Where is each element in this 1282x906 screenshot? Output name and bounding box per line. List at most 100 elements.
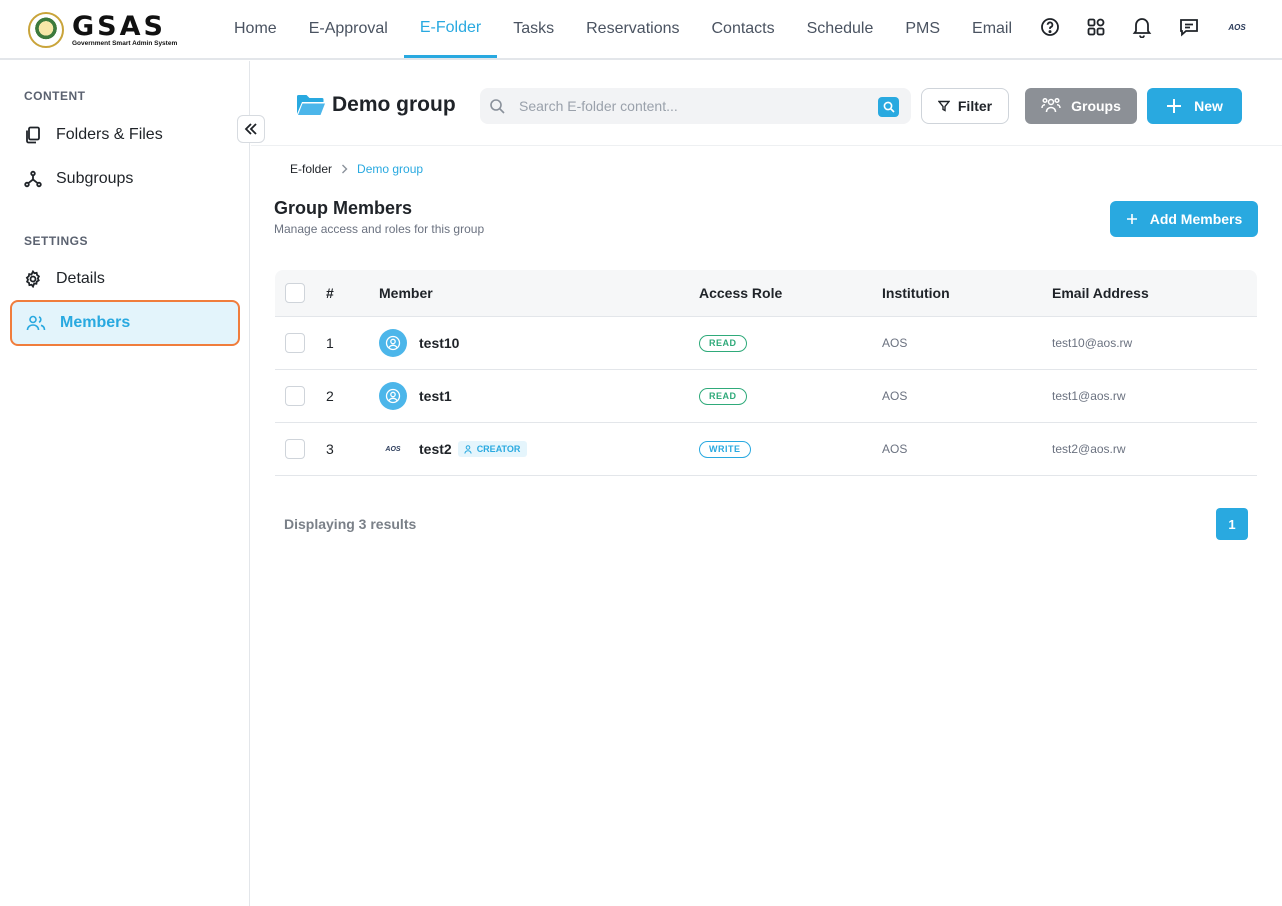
email-cell: test2@aos.rw <box>1052 442 1126 456</box>
user-icon <box>463 444 472 454</box>
sidebar-item-members[interactable]: Members <box>10 300 240 346</box>
search-bar <box>480 88 911 124</box>
nav-email[interactable]: Email <box>956 0 1028 58</box>
institution-cell: AOS <box>882 442 908 456</box>
filter-button[interactable]: Filter <box>921 88 1009 124</box>
member-name: test1 <box>419 388 452 404</box>
page-header: Demo group Filter Groups New <box>251 61 1282 146</box>
pagination-page-1[interactable]: 1 <box>1216 508 1248 540</box>
national-emblem-icon <box>28 12 64 48</box>
main-nav: Home E-Approval E-Folder Tasks Reservati… <box>218 0 1028 60</box>
search-icon <box>490 99 505 114</box>
breadcrumb: E-folder Demo group <box>290 162 423 176</box>
section-title: Group Members <box>274 198 413 218</box>
row-number: 1 <box>326 335 334 351</box>
double-chevron-left-icon <box>244 123 257 135</box>
folder-icon <box>297 95 325 115</box>
nav-contacts[interactable]: Contacts <box>695 0 790 58</box>
collapse-sidebar-button[interactable] <box>237 115 265 143</box>
users-icon <box>26 315 46 331</box>
search-submit-button[interactable] <box>878 97 899 117</box>
role-badge: WRITE <box>699 440 751 458</box>
user-avatar-icon <box>379 382 407 410</box>
sidebar-item-label: Folders & Files <box>56 126 163 143</box>
creator-badge-label: CREATOR <box>476 444 521 454</box>
apps-grid-icon[interactable] <box>1086 17 1106 37</box>
new-label: New <box>1194 98 1223 114</box>
table-row[interactable]: 3 AOS test2 CREATOR WRITE AOS test2@aos.… <box>275 423 1257 476</box>
filter-label: Filter <box>957 98 993 114</box>
logo-text: GSAS <box>72 10 166 42</box>
files-icon <box>26 126 40 144</box>
logo-subtitle: Government Smart Admin System <box>72 39 178 47</box>
email-cell: test10@aos.rw <box>1052 336 1133 350</box>
folder-title-text: Demo group <box>332 93 456 116</box>
column-header-role[interactable]: Access Role <box>699 270 782 316</box>
sidebar: CONTENT Folders & Files Subgroups SETTIN… <box>0 61 250 906</box>
groups-button[interactable]: Groups <box>1025 88 1137 124</box>
row-checkbox[interactable] <box>285 333 305 353</box>
page-title: Demo group <box>296 93 456 117</box>
breadcrumb-root[interactable]: E-folder <box>290 162 332 176</box>
row-checkbox[interactable] <box>285 439 305 459</box>
section-subtitle: Manage access and roles for this group <box>274 222 485 236</box>
branch-icon <box>24 170 42 188</box>
sidebar-item-details[interactable]: Details <box>10 257 240 301</box>
sidebar-item-label: Members <box>60 314 131 331</box>
breadcrumb-current: Demo group <box>357 162 424 176</box>
nav-e-approval[interactable]: E-Approval <box>293 0 404 58</box>
column-header-institution[interactable]: Institution <box>882 270 950 316</box>
user-avatar-icon <box>379 329 407 357</box>
row-checkbox[interactable] <box>285 386 305 406</box>
institution-cell: AOS <box>882 336 908 350</box>
results-count: Displaying 3 results <box>284 516 417 532</box>
settings-heading: SETTINGS <box>24 234 89 248</box>
institution-cell: AOS <box>882 389 908 403</box>
nav-reservations[interactable]: Reservations <box>570 0 695 58</box>
content-heading: CONTENT <box>24 89 86 103</box>
filter-icon <box>937 100 950 112</box>
chevron-right-icon <box>342 164 348 174</box>
email-cell: test1@aos.rw <box>1052 389 1126 403</box>
nav-home[interactable]: Home <box>218 0 293 58</box>
message-icon[interactable] <box>1178 17 1200 37</box>
row-number: 3 <box>326 441 334 457</box>
sidebar-item-label: Subgroups <box>56 170 134 187</box>
role-badge: READ <box>699 334 747 352</box>
help-circle-icon[interactable] <box>1040 17 1060 37</box>
nav-pms[interactable]: PMS <box>889 0 956 58</box>
sidebar-item-label: Details <box>56 270 105 287</box>
column-header-member[interactable]: Member <box>379 270 433 316</box>
creator-badge: CREATOR <box>457 441 528 457</box>
column-header-num: # <box>326 285 334 301</box>
member-name: test10 <box>419 335 460 351</box>
groups-label: Groups <box>1071 98 1121 114</box>
gear-icon <box>25 270 41 288</box>
column-header-email[interactable]: Email Address <box>1052 270 1149 316</box>
select-all-checkbox[interactable] <box>285 283 305 303</box>
sidebar-item-subgroups[interactable]: Subgroups <box>10 157 240 201</box>
add-members-label: Add Members <box>1149 211 1243 227</box>
table-row[interactable]: 1 test10 READ AOS test10@aos.rw <box>275 317 1257 370</box>
top-navbar: GSAS Government Smart Admin System Home … <box>0 0 1282 60</box>
members-table: # Member Access Role Institution Email A… <box>275 270 1257 476</box>
bell-icon[interactable] <box>1132 16 1152 38</box>
search-icon <box>883 101 895 113</box>
new-button[interactable]: New <box>1147 88 1242 124</box>
nav-e-folder[interactable]: E-Folder <box>403 0 498 58</box>
gsas-logo[interactable]: GSAS Government Smart Admin System <box>28 12 177 48</box>
table-row[interactable]: 2 test1 READ AOS test1@aos.rw <box>275 370 1257 423</box>
user-avatar[interactable]: AOS <box>1226 23 1248 32</box>
plus-icon <box>1126 214 1137 224</box>
group-users-icon <box>1041 97 1061 113</box>
add-members-button[interactable]: Add Members <box>1110 201 1258 237</box>
role-badge: READ <box>699 387 747 405</box>
nav-tasks[interactable]: Tasks <box>497 0 570 58</box>
nav-schedule[interactable]: Schedule <box>791 0 890 58</box>
row-number: 2 <box>326 388 334 404</box>
plus-icon <box>1167 99 1182 113</box>
sidebar-item-folders-files[interactable]: Folders & Files <box>10 113 240 157</box>
table-header: # Member Access Role Institution Email A… <box>275 270 1257 317</box>
search-input[interactable] <box>519 98 859 114</box>
member-name: test2 <box>419 441 452 457</box>
